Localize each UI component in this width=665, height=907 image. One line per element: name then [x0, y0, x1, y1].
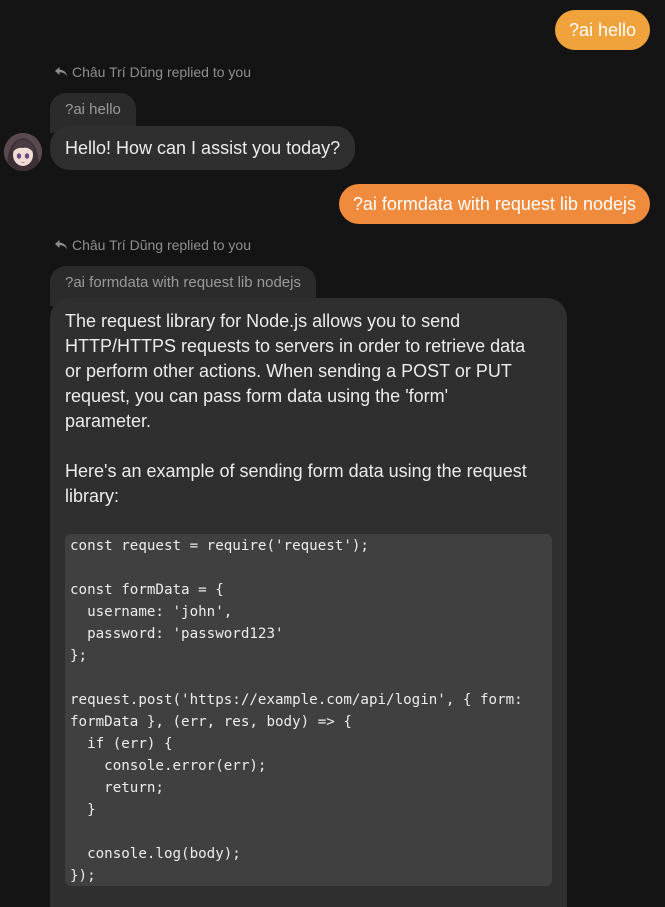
incoming-message-bubble[interactable]: The request library for Node.js allows y… [50, 298, 567, 907]
avatar-image [4, 133, 42, 171]
message-paragraph: The request library for Node.js allows y… [65, 311, 526, 431]
incoming-message-bubble[interactable]: Hello! How can I assist you today? [50, 126, 356, 170]
user-avatar[interactable] [4, 133, 42, 171]
reply-header-text: Châu Trí Dũng replied to you [72, 237, 251, 253]
reply-header-text: Châu Trí Dũng replied to you [72, 64, 251, 80]
outgoing-message-bubble[interactable]: ?ai hello [554, 10, 650, 50]
reply-arrow-icon [55, 240, 67, 250]
code-block[interactable]: const request = require('request'); cons… [65, 534, 552, 886]
message-paragraph: Here's an example of sending form data u… [65, 461, 527, 506]
reply-arrow-icon [55, 67, 67, 77]
reply-header: Châu Trí Dũng replied to you [54, 237, 251, 253]
reply-header: Châu Trí Dũng replied to you [54, 64, 251, 80]
outgoing-message-bubble[interactable]: ?ai formdata with request lib nodejs [338, 184, 650, 224]
chat-thread: ?ai hello Châu Trí Dũng replied to you ?… [0, 0, 665, 907]
